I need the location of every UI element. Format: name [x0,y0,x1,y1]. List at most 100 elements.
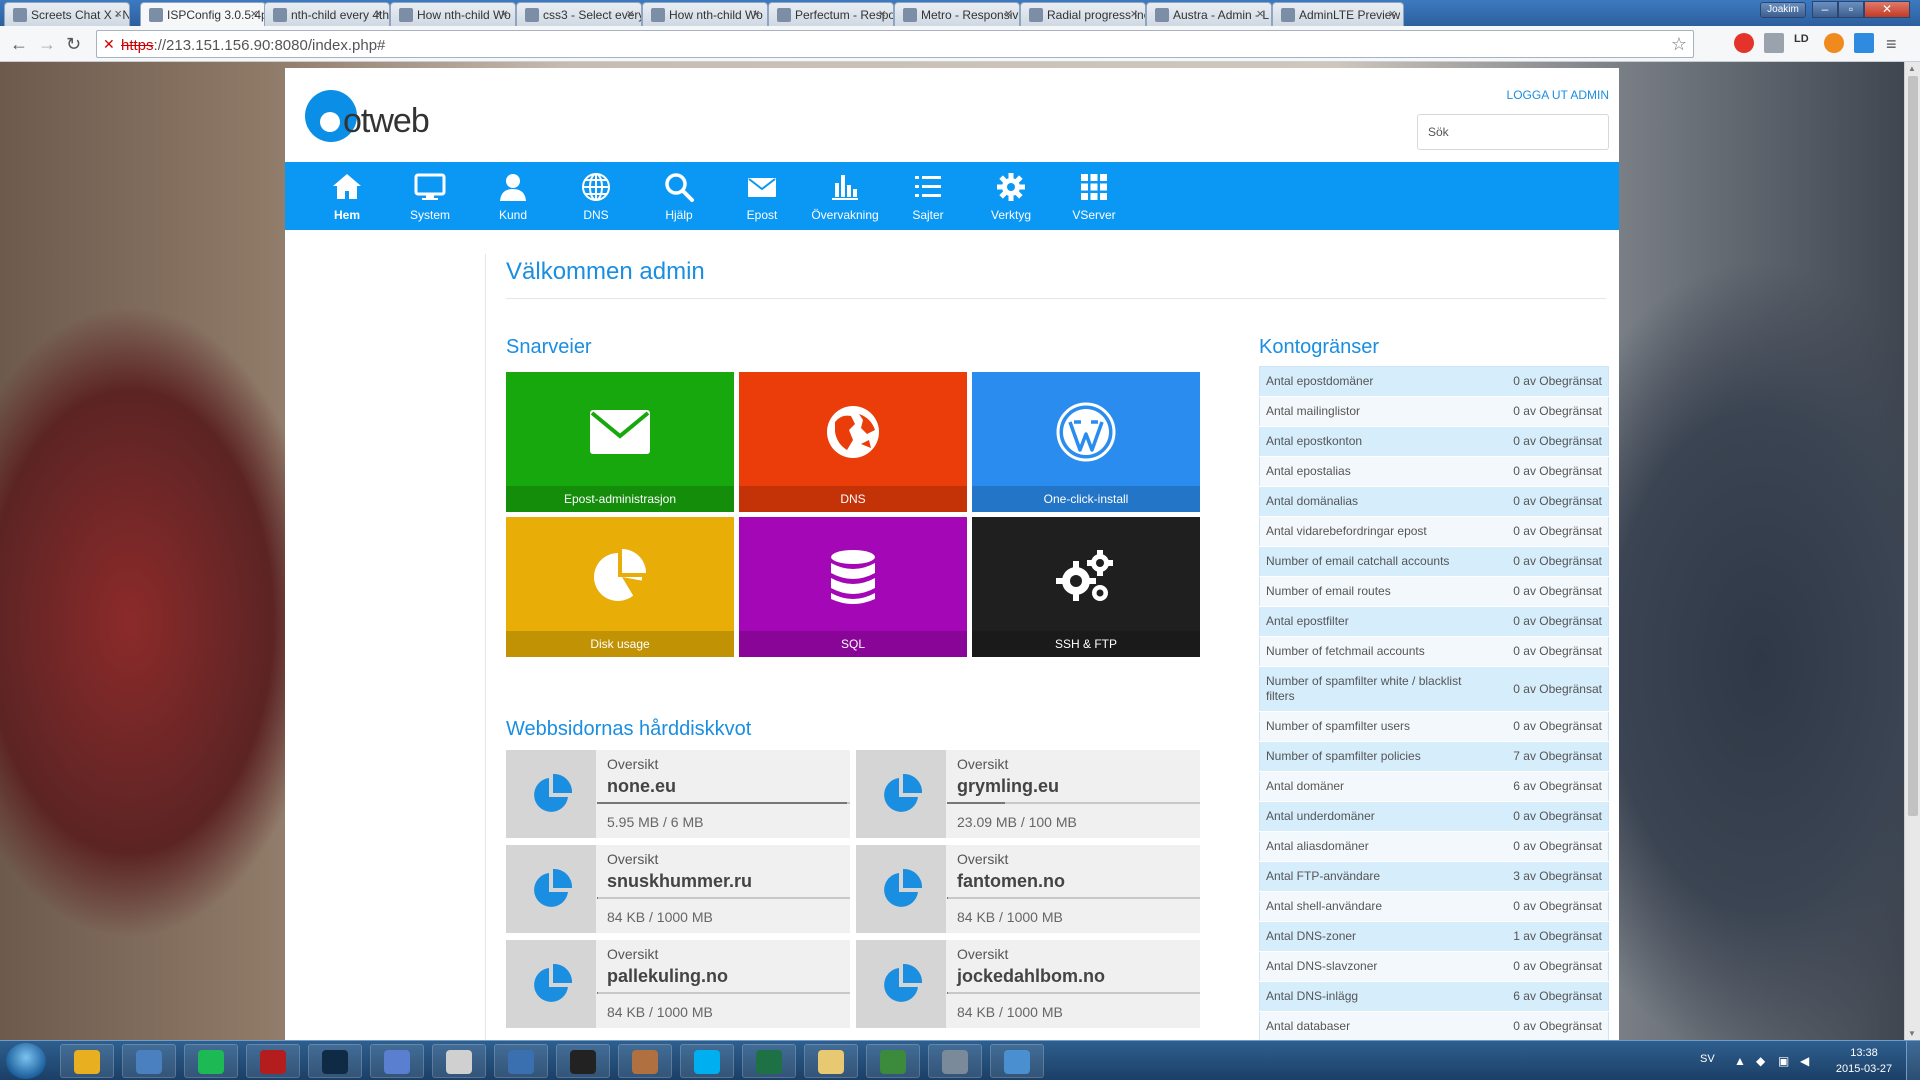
nav-item-hem[interactable]: Hem [307,162,387,230]
limit-name: Antal underdomäner [1259,801,1497,832]
limit-name: Number of fetchmail accounts [1259,636,1497,667]
taskbar-app-button[interactable] [866,1044,920,1078]
scrollbar-thumb[interactable] [1908,76,1918,816]
search-input[interactable] [1417,114,1609,150]
browser-tab[interactable]: nth-child every 4th × [264,2,390,26]
limit-value: 0 av Obegränsat [1496,636,1609,667]
close-tab-icon[interactable]: × [250,6,258,21]
nav-item-verktyg[interactable]: Verktyg [971,162,1051,230]
extension-icon[interactable] [1734,33,1754,53]
taskbar-app-button[interactable] [680,1044,734,1078]
taskbar-app-button[interactable] [618,1044,672,1078]
shortcut-tile[interactable]: Epost-administrasjon [506,372,734,512]
browser-tab[interactable]: ISPConfig 3.0.5.4p × [140,2,266,26]
disk-quota-card[interactable]: Oversikt pallekuling.no 84 KB / 1000 MB [506,940,850,1028]
taskbar-app-button[interactable] [432,1044,486,1078]
forward-icon[interactable]: → [38,34,56,54]
scroll-up-icon[interactable]: ▲ [1908,64,1916,73]
taskbar-app-button[interactable] [122,1044,176,1078]
shortcut-tile[interactable]: Disk usage [506,517,734,657]
taskbar-app-button[interactable] [370,1044,424,1078]
limit-row: Antal epostkonton 0 av Obegränsat [1259,426,1609,457]
browser-user-badge[interactable]: Joakim [1760,2,1806,18]
logout-link[interactable]: LOGGA UT ADMIN [1507,88,1609,102]
taskbar-app-button[interactable] [494,1044,548,1078]
disk-quota-card[interactable]: Oversikt grymling.eu 23.09 MB / 100 MB [856,750,1200,838]
menu-icon[interactable]: ≡ [1886,34,1897,54]
bookmark-star-icon[interactable]: ☆ [1671,34,1687,55]
extension-icon[interactable] [1764,33,1784,53]
taskbar-app-button[interactable] [742,1044,796,1078]
scroll-down-icon[interactable]: ▼ [1908,1029,1916,1038]
nav-item-sajter[interactable]: Sajter [888,162,968,230]
dropbox-icon[interactable]: ◆ [1756,1054,1770,1068]
quota-progress-bar [947,992,1200,994]
shortcut-tile[interactable]: SSH & FTP [972,517,1200,657]
close-tab-icon[interactable]: × [1004,6,1012,21]
browser-tab[interactable]: AdminLTE Preview × [1272,2,1404,26]
disk-quota-card[interactable]: Oversikt none.eu 5.95 MB / 6 MB [506,750,850,838]
browser-tab[interactable]: css3 - Select every × [516,2,642,26]
close-tab-icon[interactable]: × [752,6,760,21]
extension-icon[interactable] [1824,33,1844,53]
dotweb-logo[interactable]: otweb [305,90,475,146]
nav-item-hjälp[interactable]: Hjälp [639,162,719,230]
close-tab-icon[interactable]: × [878,6,886,21]
address-bar[interactable]: ✕ https://213.151.156.90:8080/index.php#… [96,30,1694,58]
taskbar-app-button[interactable] [804,1044,858,1078]
shortcut-tile[interactable]: SQL [739,517,967,657]
extension-icon[interactable]: LD [1794,33,1814,53]
browser-tab[interactable]: Screets Chat X - N × [4,2,130,26]
taskbar-app-button[interactable] [246,1044,300,1078]
limit-name: Antal vidarebefordringar epost [1259,516,1497,547]
tray-arrow-icon[interactable]: ▲ [1734,1054,1748,1068]
close-window-button[interactable]: ✕ [1864,1,1910,18]
disk-quota-card[interactable]: Oversikt snuskhummer.ru 84 KB / 1000 MB [506,845,850,933]
admin-panel: otweb LOGGA UT ADMIN Hem System Kund DNS Hjä… [285,68,1619,1040]
close-tab-icon[interactable]: × [626,6,634,21]
taskbar-app-button[interactable] [990,1044,1044,1078]
taskbar-app-button[interactable] [60,1044,114,1078]
shortcut-tile[interactable]: DNS [739,372,967,512]
close-tab-icon[interactable]: × [1388,6,1396,21]
taskbar-app-button[interactable] [928,1044,982,1078]
chrome-icon [74,1050,100,1074]
show-desktop-button[interactable] [1906,1041,1920,1080]
maximize-button[interactable]: ▫ [1838,1,1864,18]
nav-item-epost[interactable]: Epost [722,162,802,230]
nav-item-övervakning[interactable]: Övervakning [805,162,885,230]
nav-item-dns[interactable]: DNS [556,162,636,230]
browser-tab[interactable]: Austra - Admin - L × [1146,2,1272,26]
taskbar-app-button[interactable] [556,1044,610,1078]
back-icon[interactable]: ← [10,34,28,54]
close-tab-icon[interactable]: × [374,6,382,21]
taskbar-app-button[interactable] [308,1044,362,1078]
browser-tab[interactable]: Radial progress inc × [1020,2,1146,26]
system-clock[interactable]: 13:38 2015-03-27 [1834,1045,1894,1077]
disk-quota-card[interactable]: Oversikt jockedahlbom.no 84 KB / 1000 MB [856,940,1200,1028]
nav-item-system[interactable]: System [390,162,470,230]
volume-icon[interactable]: ◀ [1800,1054,1814,1068]
nav-item-vserver[interactable]: VServer [1054,162,1134,230]
browser-tab[interactable]: Perfectum - Respo × [768,2,894,26]
quota-progress-fill [597,992,598,994]
shortcut-tile[interactable]: One-click-install [972,372,1200,512]
browser-tab[interactable]: How nth-child Wo × [642,2,768,26]
network-tray-icon[interactable]: ▣ [1778,1054,1792,1068]
language-indicator[interactable]: SV [1700,1053,1715,1065]
disk-quota-card[interactable]: Oversikt fantomen.no 84 KB / 1000 MB [856,845,1200,933]
game-icon [632,1050,658,1074]
reload-icon[interactable]: ↻ [66,34,81,54]
close-tab-icon[interactable]: × [500,6,508,21]
close-tab-icon[interactable]: × [114,6,122,21]
browser-tab[interactable]: Metro - Responsiv × [894,2,1020,26]
page-scrollbar[interactable]: ▲ ▼ [1904,62,1920,1040]
minimize-button[interactable]: – [1812,1,1838,18]
close-tab-icon[interactable]: × [1256,6,1264,21]
nav-item-kund[interactable]: Kund [473,162,553,230]
browser-tab[interactable]: How nth-child Wo × [390,2,516,26]
taskbar-app-button[interactable] [184,1044,238,1078]
start-button[interactable] [6,1043,46,1079]
close-tab-icon[interactable]: × [1130,6,1138,21]
download-icon[interactable] [1854,33,1874,53]
